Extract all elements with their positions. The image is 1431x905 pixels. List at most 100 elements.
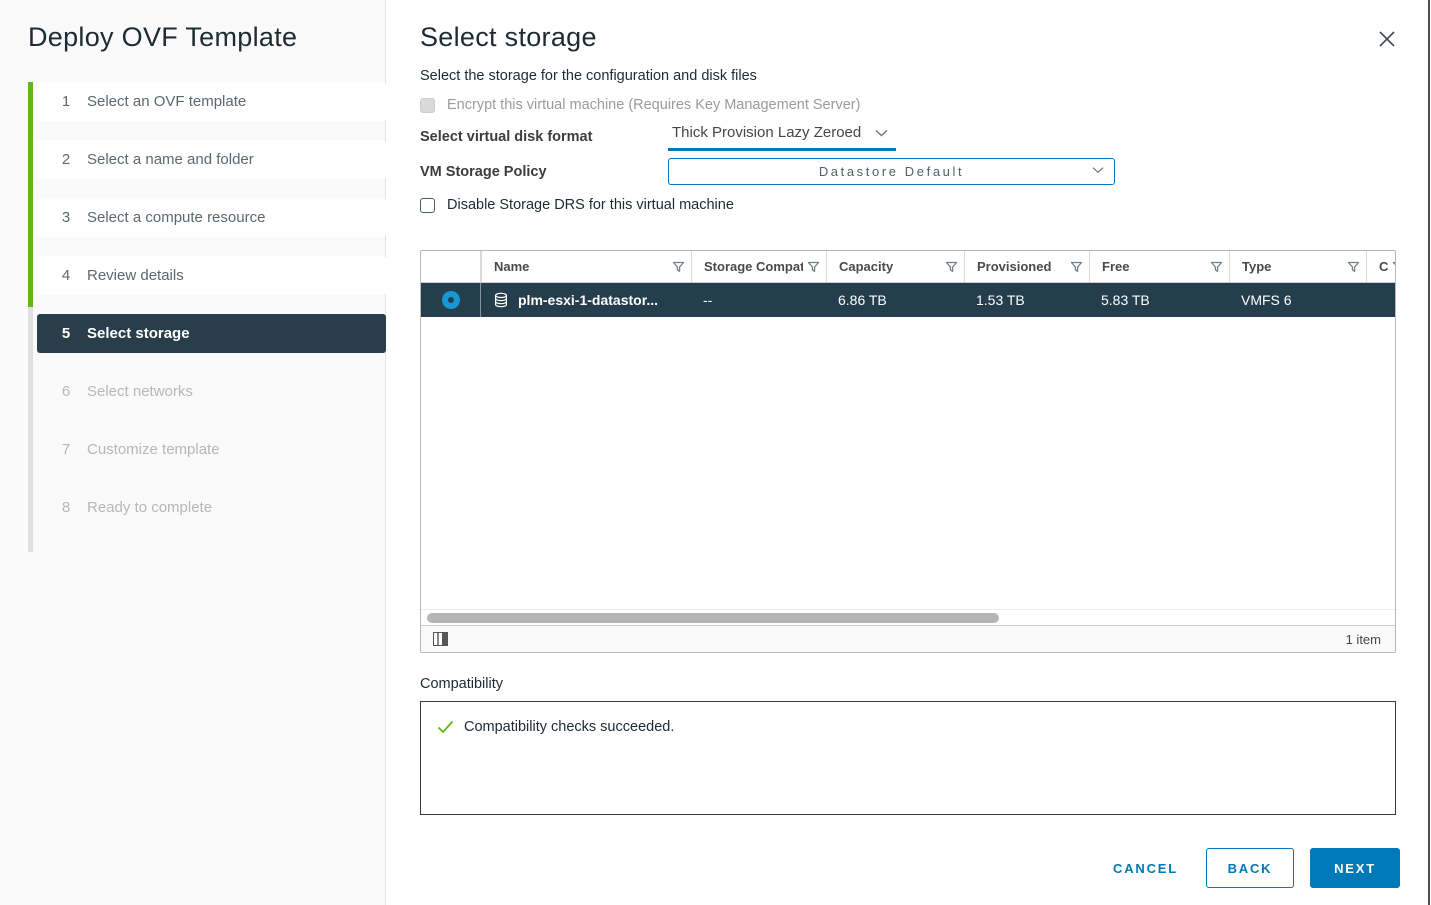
row-selector-cell [421, 283, 481, 317]
horizontal-scrollbar [421, 609, 1395, 625]
step-label: Review details [87, 267, 184, 284]
filter-funnel-icon[interactable] [807, 261, 820, 273]
step-number: 3 [59, 209, 73, 226]
filter-funnel-icon[interactable] [1070, 261, 1083, 273]
scrollbar-thumb[interactable] [427, 613, 999, 623]
step-number: 5 [59, 325, 73, 342]
sidebar-step-7: 7 Customize template [37, 430, 386, 469]
col-header-capacity[interactable]: Capacity [826, 251, 964, 282]
sidebar-step-4[interactable]: 4Review details [37, 256, 386, 295]
row-cell-storage-compatibility: -- [691, 283, 826, 317]
sidebar-step-6: 6 Select networks [37, 372, 386, 411]
item-count: 1 item [1346, 632, 1381, 647]
storage-policy-value: Datastore Default [819, 164, 964, 179]
cancel-button[interactable]: CANCEL [1113, 861, 1178, 876]
disable-drs-label: Disable Storage DRS for this virtual mac… [447, 197, 734, 213]
storage-policy-row: VM Storage Policy Datastore Default [420, 158, 1431, 185]
progress-fill [28, 82, 33, 307]
cell-value: plm-esxi-1-datastor... [518, 292, 658, 308]
storage-policy-select[interactable]: Datastore Default [668, 158, 1115, 185]
compatibility-label: Compatibility [420, 676, 1431, 692]
col-header-selector [421, 251, 481, 282]
encrypt-vm-row: Encrypt this virtual machine (Requires K… [420, 97, 1431, 113]
wizard-title: Deploy OVF Template [28, 22, 385, 53]
compatibility-message: Compatibility checks succeeded. [464, 719, 674, 735]
filter-funnel-icon[interactable] [672, 261, 685, 273]
cell-value: VMFS 6 [1241, 292, 1292, 308]
datastore-icon [493, 292, 509, 308]
row-cell-free: 5.83 TB [1089, 283, 1229, 317]
cell-value: 1.53 TB [976, 292, 1025, 308]
cell-value: -- [703, 292, 712, 308]
cell-value: 5.83 TB [1101, 292, 1150, 308]
row-cell-provisioned: 1.53 TB [964, 283, 1089, 317]
filter-funnel-icon[interactable] [1347, 261, 1360, 273]
disk-format-value: Thick Provision Lazy Zeroed [672, 124, 861, 141]
step-label: Select an OVF template [87, 93, 246, 110]
compatibility-box: Compatibility checks succeeded. [420, 701, 1396, 815]
col-header-provisioned[interactable]: Provisioned [964, 251, 1089, 282]
encrypt-vm-label: Encrypt this virtual machine (Requires K… [447, 97, 860, 113]
disable-drs-checkbox[interactable] [420, 198, 435, 213]
sidebar-step-1[interactable]: 1 Select an OVF template [37, 82, 386, 121]
sidebar-step-3[interactable]: 3 Select a compute resource [37, 198, 386, 237]
column-picker-icon[interactable] [433, 632, 448, 646]
storage-policy-label: VM Storage Policy [420, 164, 668, 180]
col-header-cluster[interactable]: Cluster [1366, 251, 1395, 282]
step-number: 2 [59, 151, 73, 168]
close-icon[interactable] [1377, 29, 1397, 49]
step-label: Customize template [87, 441, 220, 458]
col-header-label: Name [494, 259, 668, 274]
disk-format-row: Select virtual disk format Thick Provisi… [420, 122, 1431, 151]
col-header-label: Storage Compatibility [704, 259, 803, 274]
filter-funnel-icon[interactable] [945, 261, 958, 273]
next-button[interactable]: NEXT [1310, 848, 1400, 888]
step-label: Ready to complete [87, 499, 212, 516]
sidebar-step-8: 8 Ready to complete [37, 488, 386, 527]
row-cell-capacity: 6.86 TB [826, 283, 964, 317]
col-header-name[interactable]: Name [481, 251, 691, 282]
progress-track [28, 82, 33, 552]
step-label: Select networks [87, 383, 193, 400]
wizard-steps: 1 Select an OVF template 2 Select a name an… [37, 82, 385, 527]
grid-empty-area [421, 317, 1395, 609]
row-cell-type: VMFS 6 [1229, 283, 1366, 317]
chevron-down-icon [875, 129, 888, 137]
col-header-label: Cluster [1379, 259, 1388, 274]
step-label: Select a compute resource [87, 209, 265, 226]
page-subtitle: Select the storage for the configuration… [420, 68, 1431, 84]
col-header-label: Free [1102, 259, 1206, 274]
chevron-down-icon [1092, 166, 1104, 174]
step-label: Select a name and folder [87, 151, 254, 168]
back-button[interactable]: BACK [1206, 848, 1294, 888]
window-edge [1428, 0, 1430, 905]
disable-drs-row: Disable Storage DRS for this virtual mac… [420, 197, 1431, 213]
col-header-free[interactable]: Free [1089, 251, 1229, 282]
grid-header: Name Storage Compatibility Capacity Provisi… [421, 251, 1395, 283]
col-header-label: Type [1242, 259, 1343, 274]
grid-footer: 1 item [421, 625, 1395, 652]
datastore-grid: Name Storage Compatibility Capacity Provisi… [420, 250, 1396, 653]
row-cell-name: plm-esxi-1-datastor... [481, 283, 691, 317]
step-label: Select storage [87, 325, 190, 342]
sidebar-step-5[interactable]: 5 Select storage [37, 314, 386, 353]
col-header-storage-compatibility[interactable]: Storage Compatibility [691, 251, 826, 282]
disk-format-label: Select virtual disk format [420, 129, 668, 145]
wizard-content: Select storage Select the storage for th… [386, 0, 1431, 905]
step-number: 8 [59, 499, 73, 516]
page-title: Select storage [420, 22, 597, 53]
step-number: 6 [59, 383, 73, 400]
filter-funnel-icon[interactable] [1210, 261, 1223, 273]
col-header-label: Capacity [839, 259, 941, 274]
disk-format-select[interactable]: Thick Provision Lazy Zeroed [668, 122, 896, 151]
datastore-row[interactable]: plm-esxi-1-datastor... -- 6.86 TB 1.53 TB 5.… [421, 283, 1395, 317]
filter-funnel-icon[interactable] [1392, 261, 1395, 273]
encrypt-vm-checkbox [420, 98, 435, 113]
wizard-sidebar: Deploy OVF Template 1 Select an OVF templ… [0, 0, 386, 905]
sidebar-step-2[interactable]: 2 Select a name and folder [37, 140, 386, 179]
col-header-type[interactable]: Type [1229, 251, 1366, 282]
step-number: 1 [59, 93, 73, 110]
step-number: 7 [59, 441, 73, 458]
action-bar: CANCEL BACK NEXT [420, 848, 1400, 888]
row-radio-selected[interactable] [442, 291, 460, 309]
